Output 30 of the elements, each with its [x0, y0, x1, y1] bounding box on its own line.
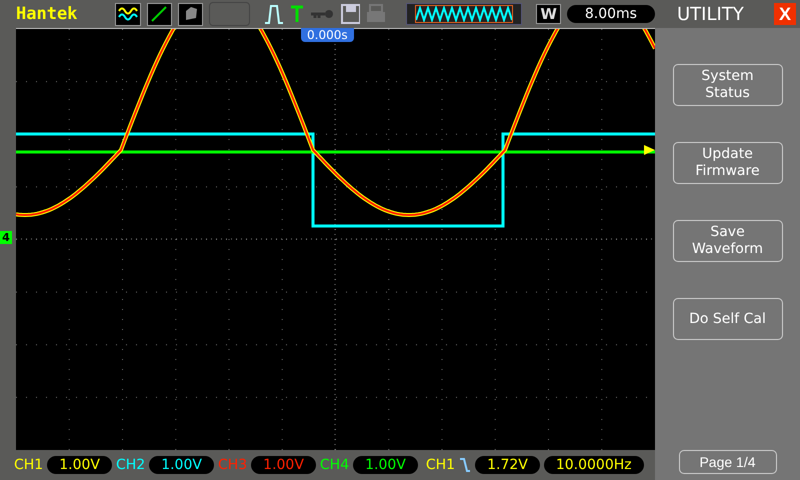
timebase-readout: 8.00ms [566, 5, 655, 23]
close-button[interactable]: X [774, 3, 796, 25]
key-icon [309, 8, 335, 20]
channel-label: CH3 [218, 457, 248, 473]
menu-button[interactable]: Do Self Cal [672, 298, 782, 340]
channel-scale: 1.00V [47, 456, 112, 474]
falling-edge-icon [459, 457, 472, 473]
menu-title: UTILITY [677, 4, 744, 24]
printer-icon [366, 4, 386, 24]
channel-label: CH4 [320, 457, 350, 473]
channel-label: CH1 [14, 457, 44, 473]
menu-button[interactable]: System Status [672, 64, 782, 106]
time-offset-marker: 0.000s [301, 28, 354, 42]
menu-button[interactable]: Save Waveform [672, 220, 782, 262]
waves-icon[interactable] [115, 2, 141, 26]
menu-button[interactable]: Update Firmware [672, 142, 782, 184]
window-key[interactable]: W [536, 4, 561, 24]
t-letter-icon [290, 5, 304, 23]
channel-marker: 4 [0, 231, 12, 244]
trigger-level: 1.72V [475, 456, 540, 474]
brand-logo: Hantek [16, 4, 78, 24]
channel-scale: 1.00V [353, 456, 418, 474]
frequency-readout: 10.0000Hz [544, 456, 644, 474]
channel-label: CH2 [116, 457, 146, 473]
channel-scale: 1.00V [149, 456, 214, 474]
trigger-source: CH1 [426, 457, 456, 473]
page-button[interactable]: Page 1/4 [678, 450, 776, 474]
channel-scale: 1.00V [251, 456, 316, 474]
trigger-level-icon [644, 145, 655, 155]
pulse-icon [264, 3, 284, 25]
